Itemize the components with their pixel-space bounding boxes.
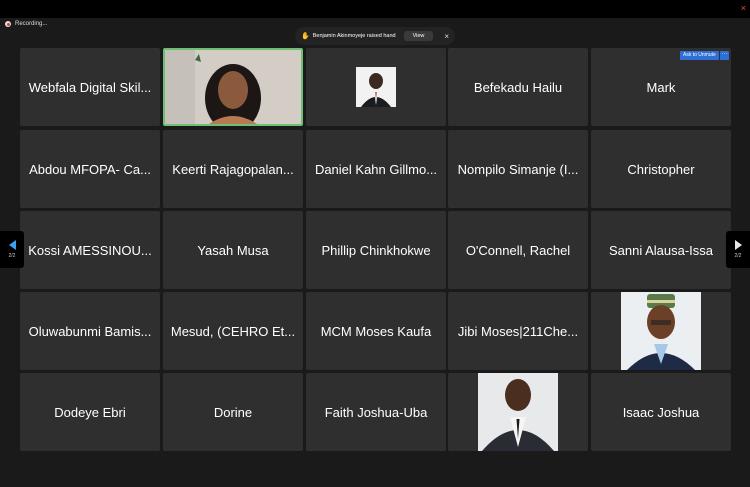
participant-name: Phillip Chinkhokwe	[321, 242, 431, 258]
raised-hand-notification: ✋ Benjamin Akinmoyeje raised hand View ×	[295, 27, 455, 45]
participant-name: Oluwabunmi Bamis...	[28, 323, 152, 339]
participant-tile[interactable]: Oluwabunmi Bamis...	[20, 292, 160, 370]
participant-name: Mark	[646, 79, 676, 95]
participant-tile[interactable]	[591, 292, 731, 370]
participant-tile[interactable]: Keerti Rajagopalan...	[163, 130, 303, 208]
participant-name: Webfala Digital Skil...	[28, 79, 152, 95]
title-bar: ×	[0, 0, 750, 18]
participant-name: Isaac Joshua	[622, 404, 700, 420]
participant-name: O'Connell, Rachel	[465, 242, 571, 258]
participant-tile[interactable]: Faith Joshua-Uba	[306, 373, 446, 451]
participant-tile-active-speaker[interactable]	[163, 48, 303, 126]
next-page-button[interactable]: 2/2	[726, 231, 750, 268]
chevron-left-icon	[8, 240, 16, 250]
participant-photo	[478, 373, 558, 451]
participant-tile[interactable]: Webfala Digital Skil...	[20, 48, 160, 126]
record-icon	[5, 21, 11, 27]
view-button[interactable]: View	[403, 31, 434, 41]
participant-name: Sanni Alausa-Issa	[608, 242, 714, 258]
participant-tile[interactable]: Daniel Kahn Gillmo...	[306, 130, 446, 208]
participant-tile[interactable]: Befekadu Hailu	[448, 48, 588, 126]
participant-name: Abdou MFOPA- Ca...	[29, 161, 151, 177]
participant-tile[interactable]: Dorine	[163, 373, 303, 451]
participant-name: Jibi Moses|211Che...	[457, 323, 579, 339]
recording-label: Recording...	[15, 21, 48, 27]
participant-name: Kossi AMESSINOU...	[28, 242, 152, 258]
participant-video	[165, 50, 301, 124]
participant-tile[interactable]: O'Connell, Rachel	[448, 211, 588, 289]
participant-name: Keerti Rajagopalan...	[172, 161, 294, 177]
recording-indicator[interactable]: Recording...	[5, 21, 47, 27]
participant-tile[interactable]: Phillip Chinkhokwe	[306, 211, 446, 289]
more-options-icon[interactable]: ···	[720, 51, 729, 60]
close-notification-icon[interactable]: ×	[444, 32, 449, 41]
participant-tile[interactable]: Abdou MFOPA- Ca...	[20, 130, 160, 208]
participant-name: Befekadu Hailu	[473, 79, 563, 95]
chevron-right-icon	[734, 240, 742, 250]
participant-tile[interactable]: Yasah Musa	[163, 211, 303, 289]
participant-name: Mesud, (CEHRO Et...	[170, 323, 296, 339]
participant-photo	[621, 292, 701, 370]
previous-page-button[interactable]: 2/2	[0, 231, 24, 268]
participant-name: MCM Moses Kaufa	[320, 323, 432, 339]
close-icon[interactable]: ×	[741, 3, 746, 13]
participant-tile[interactable]: Jibi Moses|211Che...	[448, 292, 588, 370]
participant-tile[interactable]: Dodeye Ebri	[20, 373, 160, 451]
participant-name: Dodeye Ebri	[54, 404, 126, 420]
participant-tile[interactable]	[448, 373, 588, 451]
participant-photo	[356, 67, 396, 107]
participant-tile[interactable]: Nompilo Simanje (I...	[448, 130, 588, 208]
participant-tile[interactable]: Isaac Joshua	[591, 373, 731, 451]
participant-name: Christopher	[627, 161, 695, 177]
participant-name: Dorine	[213, 404, 253, 420]
raised-hand-icon: ✋	[301, 33, 310, 40]
participant-name: Nompilo Simanje (I...	[457, 161, 579, 177]
participant-tile[interactable]: MCM Moses Kaufa	[306, 292, 446, 370]
notification-text: Benjamin Akinmoyeje raised hand	[312, 33, 396, 39]
participant-tile[interactable]: Mesud, (CEHRO Et...	[163, 292, 303, 370]
page-indicator: 2/2	[8, 253, 16, 259]
participant-name: Daniel Kahn Gillmo...	[314, 161, 438, 177]
participant-tile[interactable]: Christopher	[591, 130, 731, 208]
participant-tile[interactable]: Sanni Alausa-Issa	[591, 211, 731, 289]
participant-tile[interactable]	[306, 48, 446, 126]
participant-name: Yasah Musa	[197, 242, 269, 258]
ask-to-unmute-button[interactable]: Ask to Unmute	[680, 51, 719, 60]
participant-name: Faith Joshua-Uba	[324, 404, 428, 420]
participant-tile[interactable]: Kossi AMESSINOU...	[20, 211, 160, 289]
page-indicator: 2/2	[734, 253, 742, 259]
